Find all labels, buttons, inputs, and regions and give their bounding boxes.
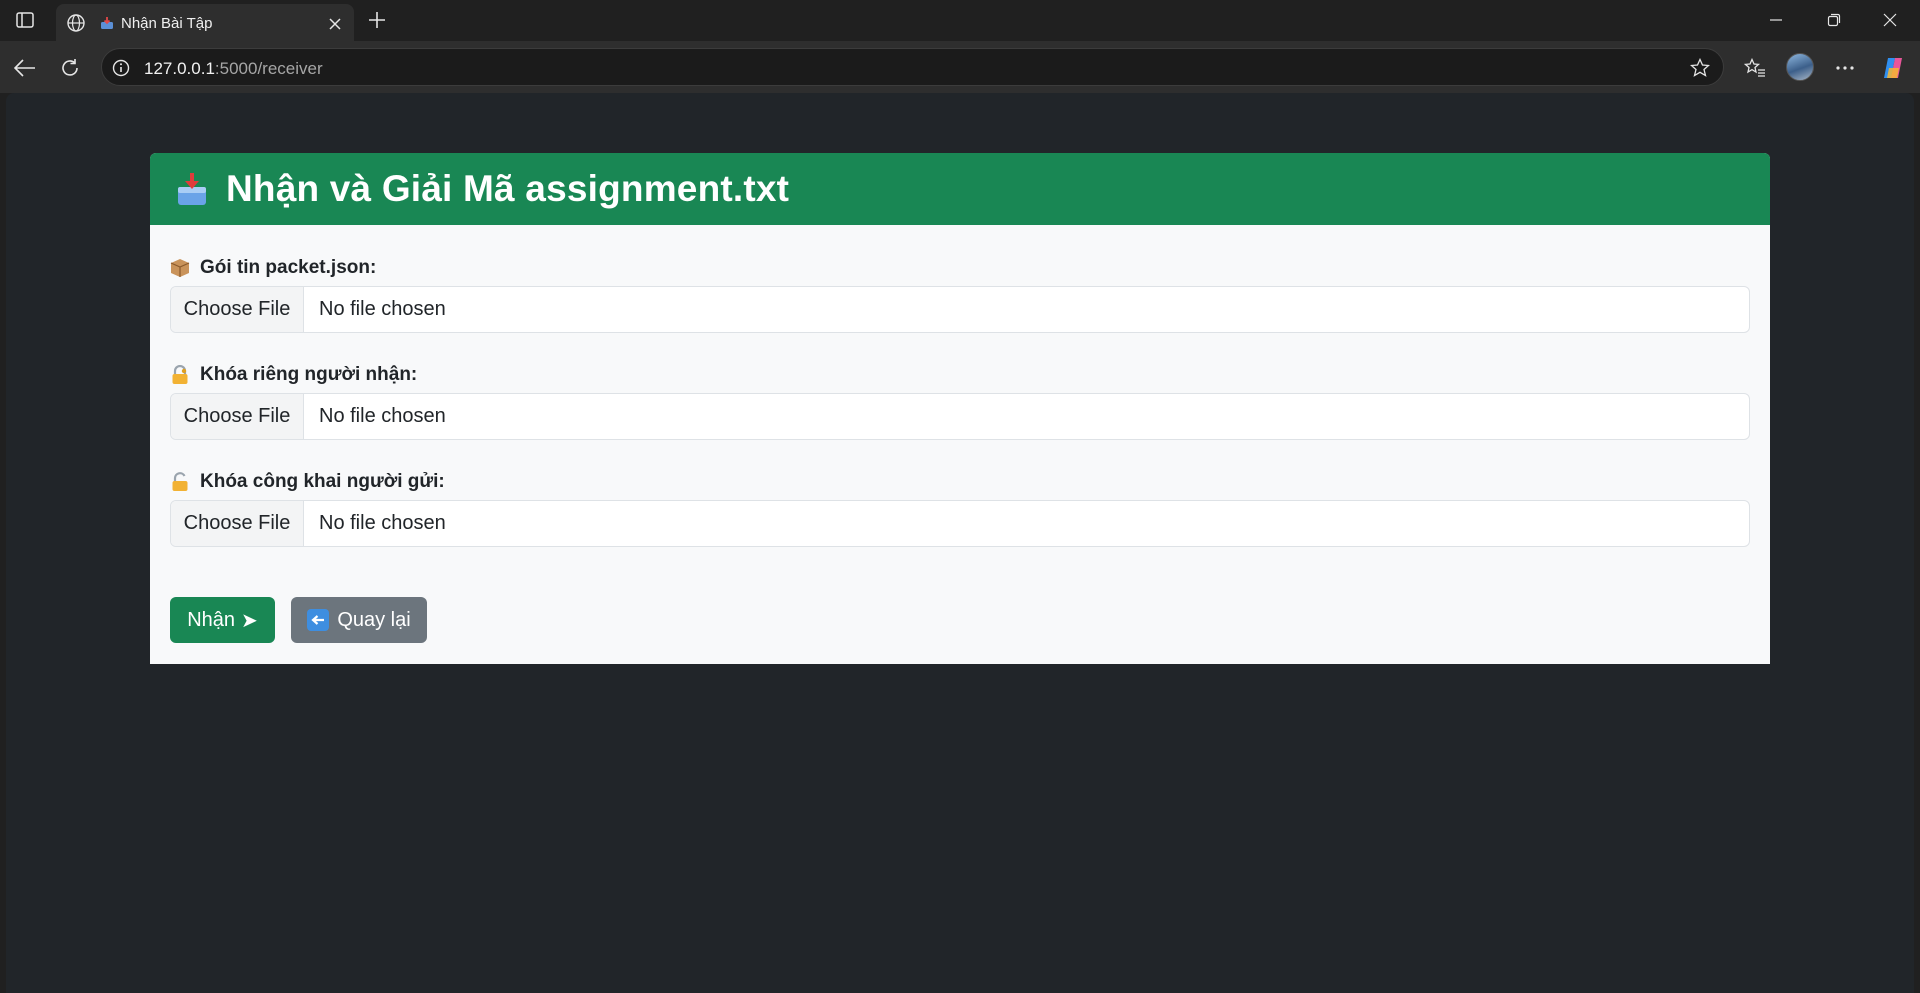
packet-choose-file-button[interactable]: Choose File xyxy=(171,287,304,332)
profile-avatar[interactable] xyxy=(1786,53,1814,81)
reload-icon[interactable] xyxy=(55,53,85,83)
card-header: Nhận và Giải Mã assignment.txt xyxy=(150,153,1770,225)
back-button[interactable]: Quay lại xyxy=(291,597,427,643)
copilot-icon[interactable] xyxy=(1878,53,1908,83)
public-key-file-status: No file chosen xyxy=(319,512,446,534)
private-key-choose-file-button[interactable]: Choose File xyxy=(171,394,304,439)
site-info-icon[interactable] xyxy=(110,57,132,79)
address-bar[interactable]: 127.0.0.1:5000/receiver xyxy=(101,48,1724,86)
left-arrow-icon xyxy=(307,609,330,631)
more-menu-icon[interactable] xyxy=(1830,53,1860,83)
send-arrow-icon: ➤ xyxy=(241,609,258,632)
back-arrow-icon[interactable] xyxy=(10,53,40,83)
new-tab-icon[interactable] xyxy=(362,7,392,33)
packet-label: Gói tin packet.json: xyxy=(170,257,376,279)
restore-icon[interactable] xyxy=(1820,8,1848,32)
browser-tab-bar: Nhận Bài Tập xyxy=(0,0,1920,41)
favorite-star-icon[interactable] xyxy=(1688,56,1712,80)
private-key-label-text: Khóa riêng người nhận: xyxy=(200,364,418,385)
page-title: Nhận và Giải Mã assignment.txt xyxy=(226,168,790,209)
packet-file-status: No file chosen xyxy=(319,298,446,320)
browser-toolbar: 127.0.0.1:5000/receiver xyxy=(0,41,1920,93)
close-window-icon[interactable] xyxy=(1876,8,1904,32)
sidebar-toggle-icon[interactable] xyxy=(10,7,40,33)
packet-label-text: Gói tin packet.json: xyxy=(200,257,377,278)
favorites-list-icon[interactable] xyxy=(1740,53,1770,83)
private-key-file-input[interactable]: Choose File No file chosen xyxy=(170,393,1750,440)
globe-icon xyxy=(64,11,88,35)
locked-key-icon xyxy=(172,365,188,384)
minimize-icon[interactable] xyxy=(1762,8,1790,32)
inbox-tray-icon xyxy=(178,173,206,205)
inbox-favicon-icon xyxy=(100,16,114,30)
receiver-card: Nhận và Giải Mã assignment.txt Gói tin p… xyxy=(150,153,1770,664)
url-host: 127.0.0.1 xyxy=(144,59,215,78)
public-key-file-input[interactable]: Choose File No file chosen xyxy=(170,500,1750,547)
back-button-label: Quay lại xyxy=(337,608,411,631)
private-key-file-status: No file chosen xyxy=(319,405,446,427)
public-key-label-text: Khóa công khai người gửi: xyxy=(200,471,445,492)
browser-tab[interactable]: Nhận Bài Tập xyxy=(56,4,354,41)
receive-submit-button[interactable]: Nhận ➤ xyxy=(170,597,275,643)
package-icon xyxy=(170,259,190,277)
public-key-choose-file-button[interactable]: Choose File xyxy=(171,501,304,546)
packet-file-input[interactable]: Choose File No file chosen xyxy=(170,286,1750,333)
unlocked-icon xyxy=(172,472,188,491)
public-key-label: Khóa công khai người gửi: xyxy=(170,471,445,493)
submit-button-label: Nhận xyxy=(187,608,236,631)
close-tab-icon[interactable] xyxy=(324,13,346,35)
url-path: :5000/receiver xyxy=(214,59,323,78)
tab-title: Nhận Bài Tập xyxy=(121,15,213,32)
page-viewport: Nhận và Giải Mã assignment.txt Gói tin p… xyxy=(6,93,1914,993)
url-text[interactable]: 127.0.0.1:5000/receiver xyxy=(144,59,323,79)
private-key-label: Khóa riêng người nhận: xyxy=(170,364,417,386)
